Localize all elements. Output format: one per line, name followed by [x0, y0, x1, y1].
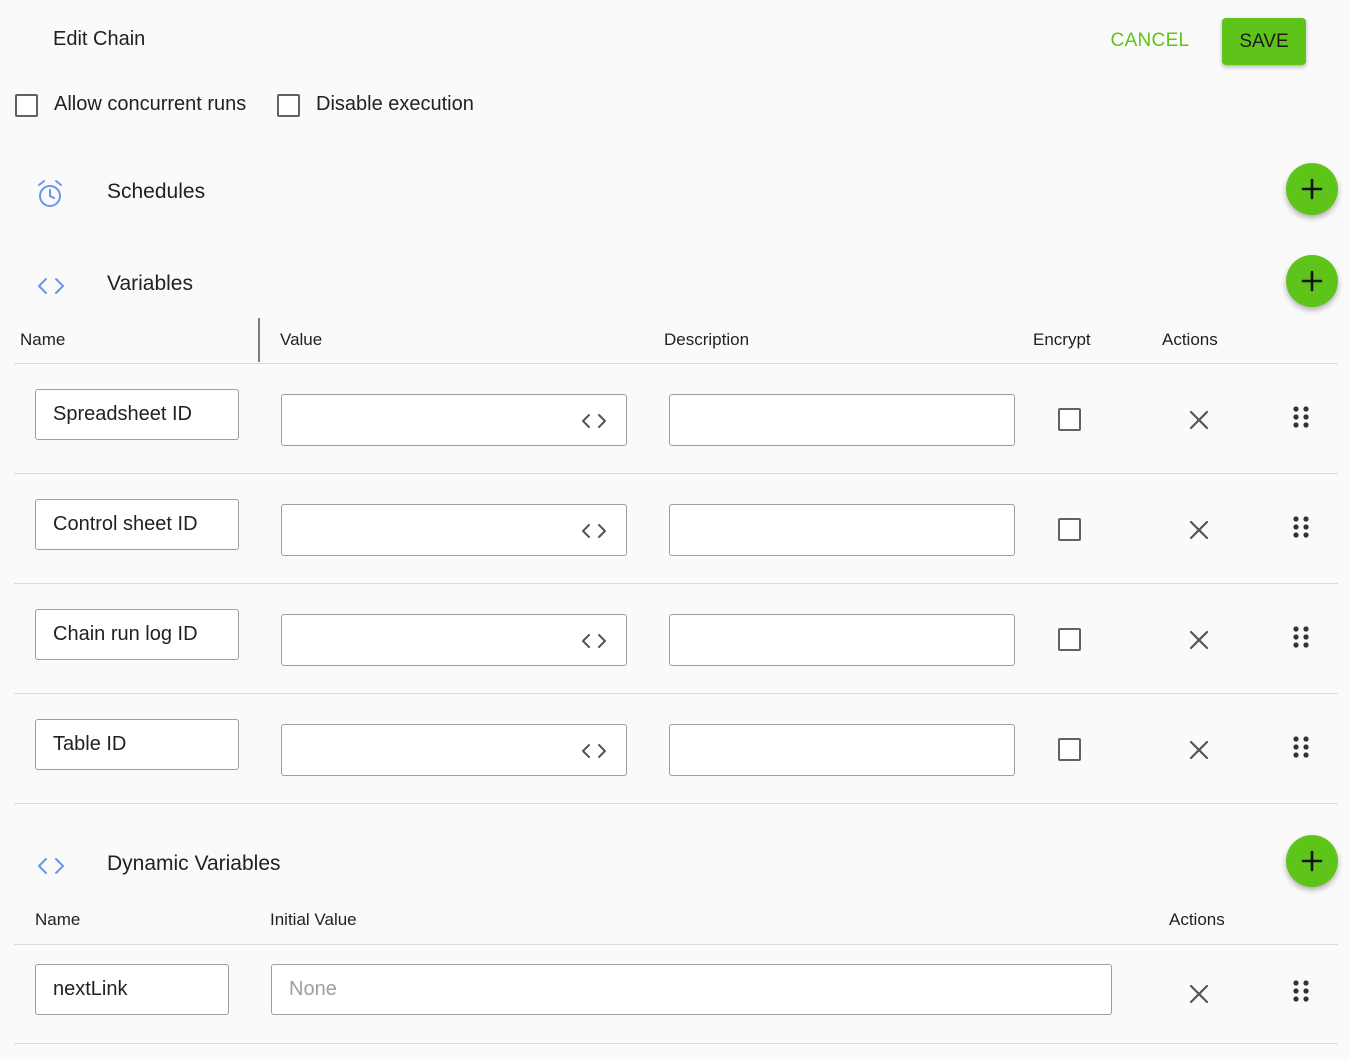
variable-name-input[interactable] — [35, 389, 239, 440]
divider — [14, 1043, 1338, 1044]
drag-handle-icon[interactable] — [1290, 734, 1312, 760]
divider — [14, 944, 1338, 945]
close-icon — [1189, 740, 1209, 760]
encrypt-checkbox[interactable] — [1058, 628, 1081, 651]
encrypt-checkbox[interactable] — [1058, 408, 1081, 431]
dynamic-variable-name-input[interactable] — [35, 964, 229, 1015]
variables-title: Variables — [107, 272, 193, 295]
variable-description-input[interactable] — [669, 394, 1015, 446]
divider — [14, 473, 1338, 474]
delete-variable-button[interactable] — [1186, 737, 1212, 763]
close-icon — [1189, 520, 1209, 540]
code-brackets-icon — [36, 856, 66, 876]
code-brackets-icon — [582, 634, 606, 648]
variable-description-input[interactable] — [669, 614, 1015, 666]
close-icon — [1189, 984, 1209, 1004]
dyn-column-header-initial-value: Initial Value — [270, 910, 357, 929]
variable-name-input[interactable] — [35, 499, 239, 550]
close-icon — [1189, 410, 1209, 430]
divider — [14, 583, 1338, 584]
plus-icon — [1301, 178, 1323, 200]
close-icon — [1189, 630, 1209, 650]
variable-name-input[interactable] — [35, 719, 239, 770]
drag-handle-icon[interactable] — [1290, 978, 1312, 1004]
variable-value-input[interactable] — [281, 614, 627, 666]
allow-concurrent-checkbox[interactable] — [15, 94, 38, 117]
plus-icon — [1301, 270, 1323, 292]
code-brackets-icon — [582, 744, 606, 758]
save-button[interactable]: SAVE — [1222, 18, 1306, 65]
divider — [14, 803, 1338, 804]
column-header-actions: Actions — [1162, 330, 1218, 349]
delete-variable-button[interactable] — [1186, 407, 1212, 433]
variable-name-input[interactable] — [35, 609, 239, 660]
column-header-description: Description — [664, 330, 750, 349]
alarm-clock-icon — [36, 179, 64, 209]
encrypt-checkbox[interactable] — [1058, 518, 1081, 541]
page-title: Edit Chain — [53, 28, 146, 50]
divider — [14, 363, 1338, 364]
add-dynamic-variable-button[interactable] — [1286, 835, 1338, 887]
code-brackets-icon — [582, 524, 606, 538]
code-brackets-icon — [36, 276, 66, 296]
dyn-column-header-name: Name — [35, 910, 81, 929]
variable-value-input[interactable] — [281, 724, 627, 776]
column-header-value: Value — [280, 330, 323, 349]
delete-variable-button[interactable] — [1186, 627, 1212, 653]
drag-handle-icon[interactable] — [1290, 624, 1312, 650]
drag-handle-icon[interactable] — [1290, 404, 1312, 430]
allow-concurrent-label: Allow concurrent runs — [54, 93, 247, 115]
dynamic-variables-title: Dynamic Variables — [107, 852, 281, 875]
variable-value-input[interactable] — [281, 394, 627, 446]
dynamic-variable-initial-value-input[interactable] — [271, 964, 1112, 1015]
column-header-encrypt: Encrypt — [1033, 330, 1091, 349]
add-variable-button[interactable] — [1286, 255, 1338, 307]
drag-handle-icon[interactable] — [1290, 514, 1312, 540]
add-schedule-button[interactable] — [1286, 163, 1338, 215]
delete-variable-button[interactable] — [1186, 517, 1212, 543]
divider — [14, 693, 1338, 694]
variable-value-input[interactable] — [281, 504, 627, 556]
column-header-name: Name — [20, 330, 66, 349]
delete-dynamic-variable-button[interactable] — [1186, 981, 1212, 1007]
code-brackets-icon — [582, 414, 606, 428]
cancel-button[interactable]: CANCEL — [1100, 18, 1200, 64]
encrypt-checkbox[interactable] — [1058, 738, 1081, 761]
disable-execution-checkbox[interactable] — [277, 94, 300, 117]
variable-description-input[interactable] — [669, 504, 1015, 556]
plus-icon — [1301, 850, 1323, 872]
column-resize-handle[interactable] — [258, 318, 260, 362]
dyn-column-header-actions: Actions — [1169, 910, 1225, 929]
schedules-title: Schedules — [107, 180, 206, 203]
variable-description-input[interactable] — [669, 724, 1015, 776]
disable-execution-label: Disable execution — [316, 93, 474, 115]
